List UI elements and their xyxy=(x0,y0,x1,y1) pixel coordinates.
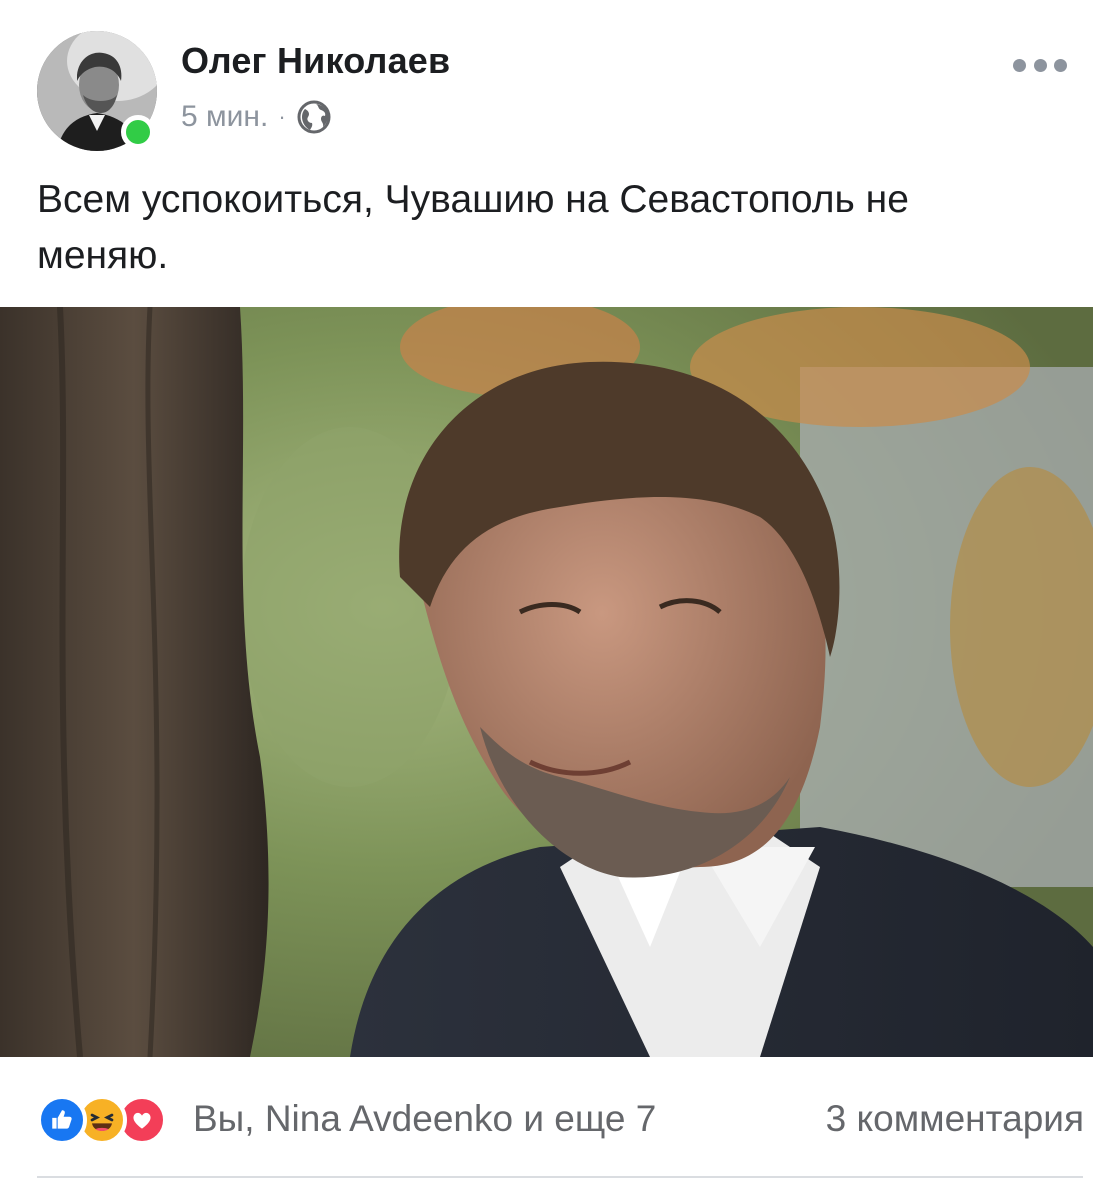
author-name[interactable]: Олег Николаев xyxy=(181,40,450,82)
reaction-icons[interactable] xyxy=(37,1095,167,1145)
more-options-icon[interactable] xyxy=(1013,50,1067,80)
post-timestamp[interactable]: 5 мин. xyxy=(181,100,268,134)
more-dot xyxy=(1013,58,1026,72)
divider xyxy=(37,1176,1083,1178)
author-avatar[interactable] xyxy=(37,31,157,151)
reactions-summary[interactable]: Вы, Nina Avdeenko и еще 7 xyxy=(193,1098,656,1140)
post-photo[interactable] xyxy=(0,307,1093,1057)
globe-icon[interactable] xyxy=(296,99,332,135)
more-dot xyxy=(1054,58,1067,72)
more-dot xyxy=(1033,58,1047,72)
like-icon xyxy=(37,1095,87,1145)
comments-count-link[interactable]: 3 комментария xyxy=(826,1098,1084,1140)
photo-illustration xyxy=(0,307,1093,1057)
post-meta: 5 мин. · xyxy=(181,97,332,137)
meta-separator: · xyxy=(278,104,286,129)
post-text: Всем успокоиться, Чувашию на Севастополь… xyxy=(37,178,909,277)
online-status-dot xyxy=(121,115,155,149)
post-card: Олег Николаев 5 мин. · Всем успокоиться,… xyxy=(0,0,1093,1193)
